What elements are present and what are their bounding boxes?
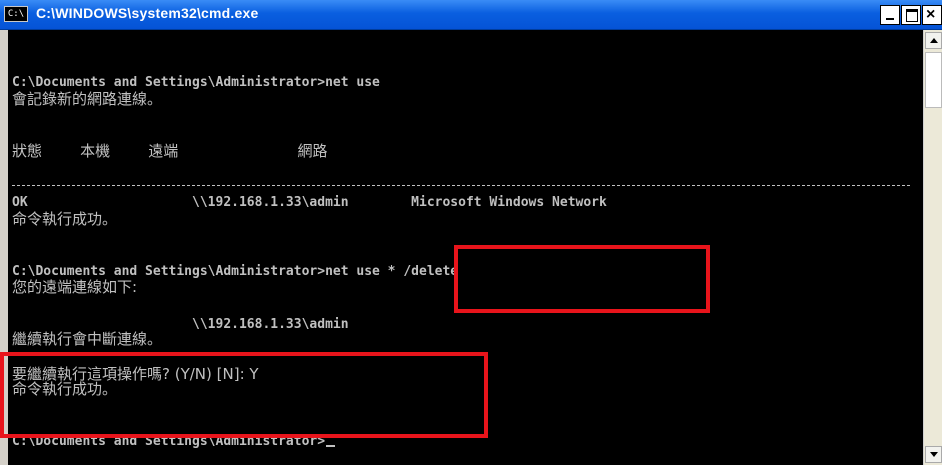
console-line: 命令執行成功。 — [12, 210, 118, 228]
window-title: C:\WINDOWS\system32\cmd.exe — [36, 5, 259, 21]
console-line: 會記錄新的網路連線。 — [12, 90, 163, 108]
highlight-box-confirmation — [0, 352, 488, 438]
minimize-button[interactable] — [880, 5, 900, 25]
console-line: 繼續執行會中斷連線。 — [12, 330, 163, 348]
maximize-button[interactable] — [901, 5, 921, 25]
title-bar[interactable]: C:\ C:\WINDOWS\system32\cmd.exe × — [0, 0, 942, 30]
separator-line — [12, 185, 910, 186]
console-line: OK \\192.168.1.33\admin Microsoft Window… — [12, 195, 607, 210]
scroll-down-button[interactable] — [925, 446, 942, 463]
scroll-up-button[interactable] — [925, 32, 942, 49]
cmd-icon[interactable]: C:\ — [4, 6, 28, 22]
text-cursor — [326, 445, 336, 447]
console-line: 您的遠端連線如下: — [12, 278, 138, 296]
highlight-box-delete-command — [454, 245, 710, 313]
close-icon: × — [926, 6, 936, 23]
console-line: 狀態 本機 遠端 網路 — [12, 142, 328, 160]
scrollbar-thumb[interactable] — [925, 52, 942, 108]
vertical-scrollbar[interactable] — [923, 30, 942, 465]
close-button[interactable]: × — [922, 5, 942, 25]
console-line: C:\Documents and Settings\Administrator>… — [12, 75, 380, 90]
